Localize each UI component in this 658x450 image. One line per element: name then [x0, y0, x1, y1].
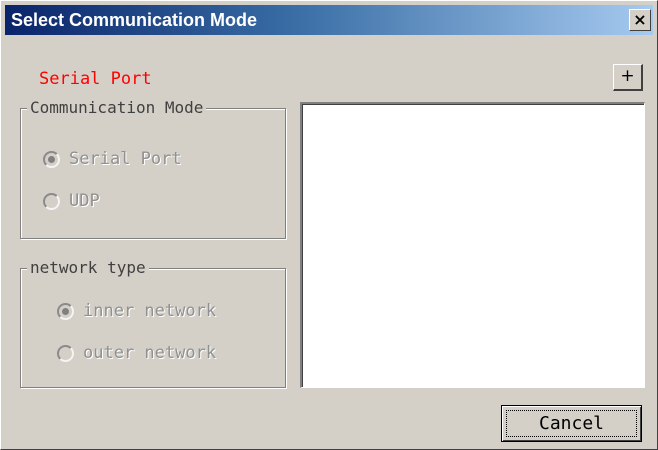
radio-label-udp: UDP — [69, 191, 100, 211]
cancel-label: Cancel — [538, 413, 605, 434]
title-bar[interactable]: Select Communication Mode × — [5, 5, 653, 35]
dialog-window: Select Communication Mode × Serial Port … — [0, 0, 658, 450]
radio-label-inner-network: inner network — [83, 301, 217, 321]
radio-label-outer-network: outer network — [83, 343, 217, 363]
port-list-box[interactable] — [300, 102, 645, 388]
close-icon: × — [633, 10, 647, 29]
network-type-group: network type inner network outer network — [20, 258, 286, 388]
status-label: Serial Port — [39, 69, 152, 89]
network-type-legend: network type — [27, 258, 149, 277]
add-button[interactable]: + — [613, 64, 643, 91]
radio-button-icon[interactable] — [57, 345, 74, 362]
window-title: Select Communication Mode — [11, 10, 258, 30]
radio-button-icon[interactable] — [43, 151, 60, 168]
radio-button-icon[interactable] — [57, 303, 74, 320]
radio-label-serial-port: Serial Port — [69, 149, 182, 169]
plus-icon: + — [620, 66, 635, 86]
communication-mode-group: Communication Mode Serial Port UDP — [20, 98, 286, 239]
close-button[interactable]: × — [629, 9, 651, 31]
radio-button-icon[interactable] — [43, 193, 60, 210]
communication-mode-legend: Communication Mode — [27, 98, 207, 117]
cancel-button[interactable]: Cancel — [501, 405, 642, 442]
